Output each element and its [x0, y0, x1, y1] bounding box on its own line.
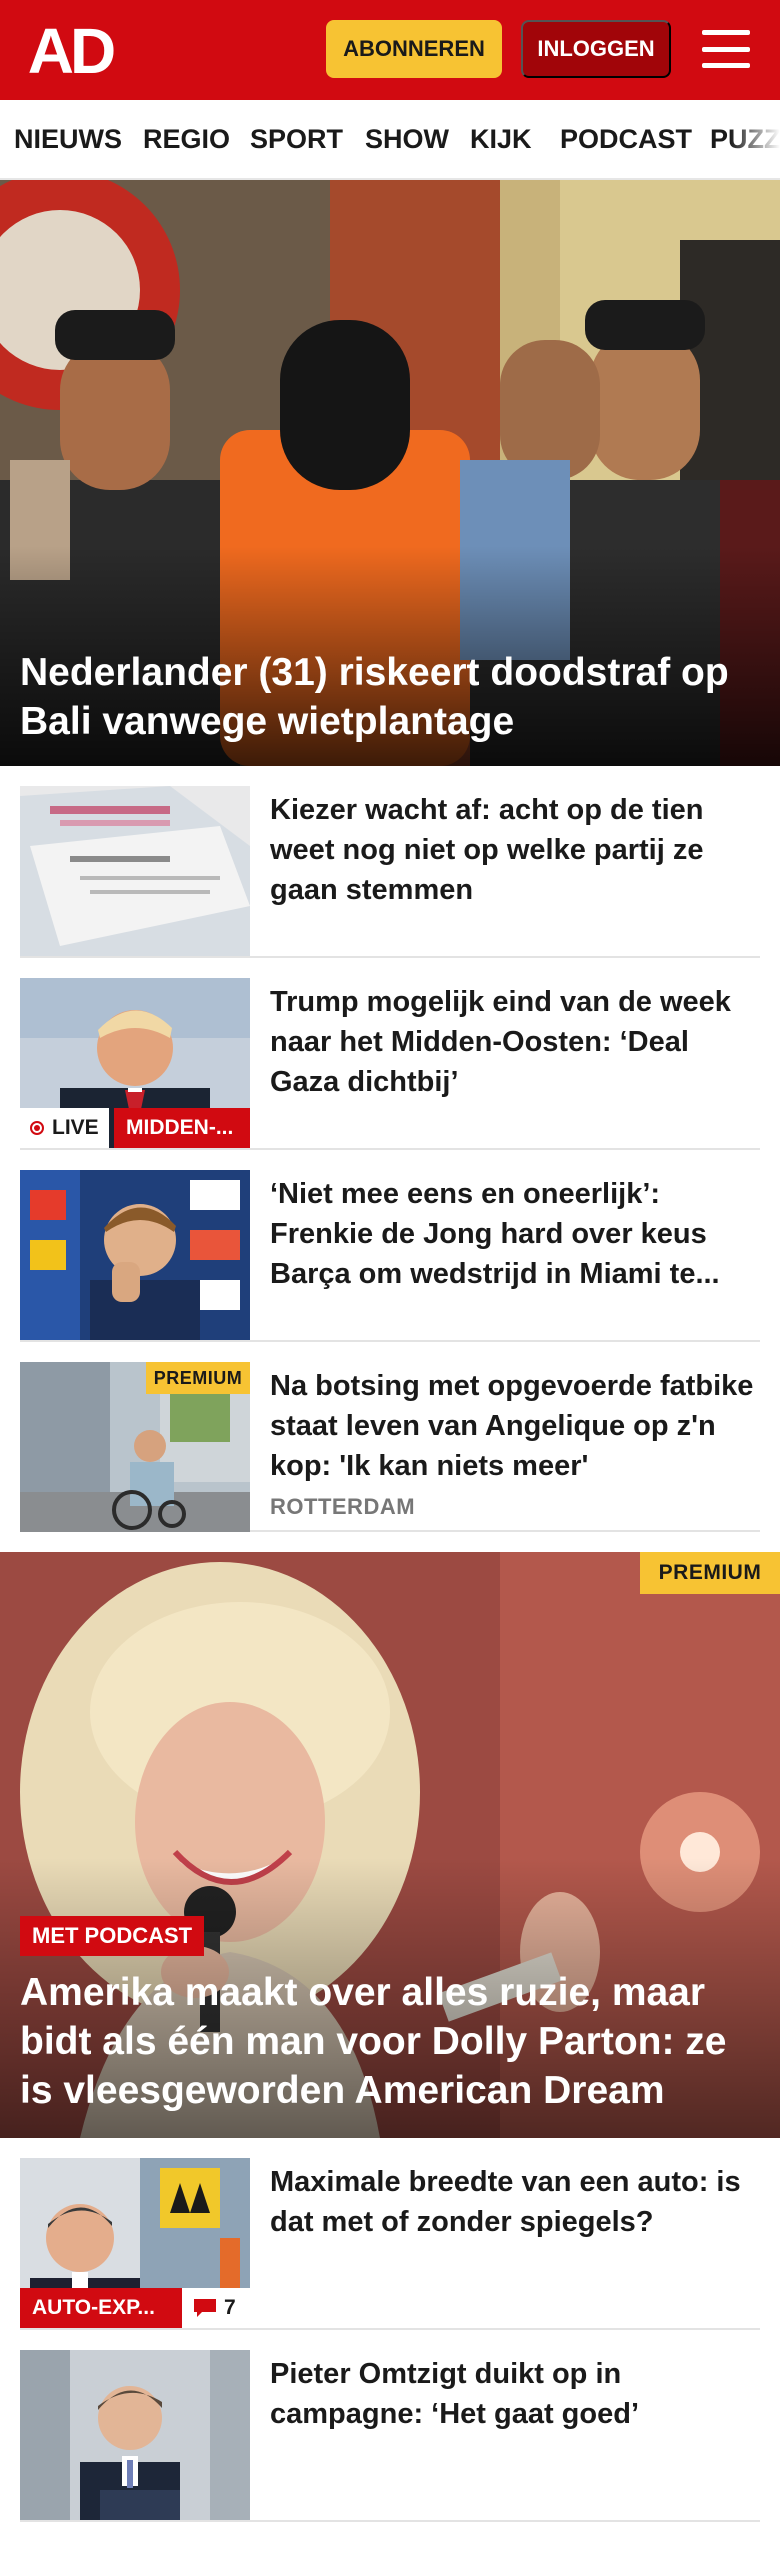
comment-count: 7 [224, 2296, 236, 2319]
nav-scroll-fade [730, 100, 780, 178]
top-bar: AD ABONNEREN INLOGGEN [0, 0, 780, 100]
category-badge: MIDDEN-... [114, 1108, 250, 1148]
article-location: ROTTERDAM [270, 1494, 416, 1519]
nav-item-sport[interactable]: SPORT [250, 100, 343, 178]
section-nav: NIEUWS REGIO SPORT SHOW KIJK PODCAST PUZ… [0, 100, 780, 180]
logo-text: AD [27, 15, 116, 87]
list-item[interactable]: AUTO-EXP... 7 Maximale breedte van een a… [20, 2138, 760, 2330]
comments-badge: 7 [182, 2288, 250, 2328]
list-item[interactable]: Pieter Omtzigt duikt op in campagne: ‘He… [20, 2330, 760, 2522]
premium-badge: PREMIUM [640, 1552, 780, 1594]
list-item[interactable]: PREMIUM Na botsing met opgevoerde fatbik… [20, 1342, 760, 1532]
subscribe-button[interactable]: ABONNEREN [326, 20, 502, 78]
list-item[interactable]: ‘Niet mee eens en oneerlijk’: Frenkie de… [20, 1150, 760, 1342]
nav-item-regio[interactable]: REGIO [143, 100, 230, 178]
article-title: Trump mogelijk eind van de week naar het… [270, 986, 731, 1098]
nav-item-podcast[interactable]: PODCAST [560, 100, 692, 178]
hamburger-menu-icon[interactable] [700, 24, 752, 74]
ad-logo[interactable]: AD [24, 15, 116, 87]
premium-badge: PREMIUM [146, 1362, 250, 1394]
comment-bubble-icon [194, 2299, 216, 2317]
nav-item-nieuws[interactable]: NIEUWS [14, 100, 122, 178]
feature-article[interactable]: PREMIUM MET PODCAST Amerika maakt over a… [0, 1552, 780, 2138]
live-badge: LIVE [20, 1108, 109, 1148]
article-thumbnail [20, 786, 250, 956]
nav-item-show[interactable]: SHOW [365, 100, 449, 178]
live-dot-icon [30, 1121, 44, 1135]
list-item[interactable]: LIVE MIDDEN-... Trump mogelijk eind van … [20, 958, 760, 1150]
article-title: ‘Niet mee eens en oneerlijk’: Frenkie de… [270, 1178, 720, 1290]
article-title: Na botsing met opgevoerde fatbike staat … [270, 1370, 754, 1482]
article-title: Pieter Omtzigt duikt op in campagne: ‘He… [270, 2358, 640, 2430]
live-label: LIVE [52, 1116, 99, 1139]
article-thumbnail [20, 1170, 250, 1340]
article-thumbnail [20, 2350, 250, 2520]
list-item[interactable]: Kiezer wacht af: acht op de tien weet no… [20, 766, 760, 958]
category-badge: AUTO-EXP... [20, 2288, 182, 2328]
hero-title: Nederlander (31) riskeert doodstraf op B… [20, 651, 729, 743]
login-button[interactable]: INLOGGEN [521, 20, 671, 78]
hero-article[interactable]: Nederlander (31) riskeert doodstraf op B… [0, 180, 780, 766]
nav-item-kijk[interactable]: KIJK [470, 100, 532, 178]
feature-title: Amerika maakt over alles ruzie, maar bid… [20, 1971, 727, 2112]
article-title: Maximale breedte van een auto: is dat me… [270, 2166, 741, 2238]
article-title: Kiezer wacht af: acht op de tien weet no… [270, 794, 704, 906]
podcast-badge: MET PODCAST [20, 1916, 205, 1956]
